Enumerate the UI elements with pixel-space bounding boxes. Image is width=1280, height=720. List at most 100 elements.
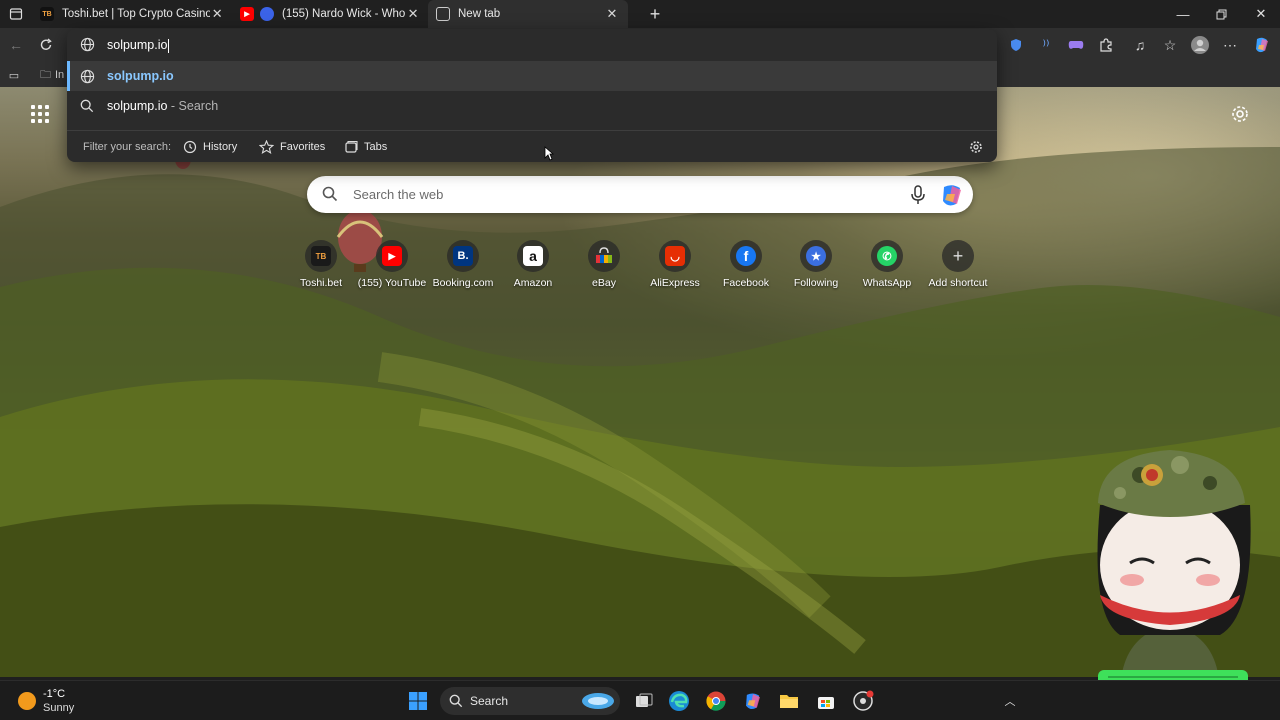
shortcut-aliexpress[interactable]: ◡ AliExpress — [640, 240, 710, 289]
shortcut-label: Following — [793, 277, 839, 289]
toshibet-icon: TB — [311, 246, 331, 266]
mouse-cursor-icon — [544, 146, 554, 161]
favorites-bar-item[interactable]: 🗀 In — [40, 65, 64, 85]
more-menu-icon[interactable]: ⋯ — [1220, 35, 1240, 55]
new-tab-icon — [436, 7, 450, 21]
taskbar-search[interactable]: Search — [440, 687, 620, 715]
search-icon — [322, 186, 338, 202]
address-input[interactable]: solpump.io — [107, 38, 170, 53]
tray-overflow-chevron-icon[interactable]: ︿ — [998, 689, 1022, 713]
shortcut-following[interactable]: ★ Following — [781, 240, 851, 289]
close-icon[interactable]: ✕ — [604, 6, 620, 22]
copilot-icon — [746, 693, 760, 710]
taskbar-file-explorer[interactable] — [777, 689, 801, 713]
filter-history-button[interactable]: History — [183, 138, 237, 156]
suggestion-url[interactable]: solpump.io — [67, 61, 997, 91]
amazon-icon: a — [523, 246, 543, 266]
tab-new-tab[interactable]: New tab ✕ — [428, 0, 628, 28]
sidebar-toggle-icon[interactable]: ▭ — [4, 65, 24, 85]
search-placeholder: Search the web — [353, 187, 444, 202]
filter-tabs-button[interactable]: Tabs — [344, 138, 387, 156]
youtube-icon: ▶ — [240, 7, 254, 21]
chrome-icon — [706, 691, 726, 711]
tabs-icon — [345, 140, 358, 153]
weather-condition[interactable]: Sunny — [43, 702, 74, 714]
microphone-icon[interactable] — [910, 185, 926, 205]
toshibet-icon: TB — [40, 7, 54, 21]
read-aloud-icon[interactable]: ⁾⁾ — [1036, 35, 1056, 55]
apps-launcher-icon[interactable] — [31, 105, 49, 123]
restore-icon — [1216, 9, 1226, 19]
address-bar[interactable]: solpump.io — [67, 29, 997, 61]
copilot-icon[interactable] — [939, 182, 965, 208]
shortcut-label: Booking.com — [432, 277, 494, 289]
start-button[interactable] — [406, 689, 430, 713]
taskbar-copilot[interactable] — [741, 689, 765, 713]
shortcut-add[interactable]: + Add shortcut — [923, 240, 993, 289]
gear-icon — [970, 141, 982, 153]
taskbar-store[interactable] — [814, 689, 838, 713]
streamer-avatar-overlay — [1060, 450, 1251, 709]
new-tab-button[interactable]: + — [642, 1, 668, 27]
star-icon — [259, 140, 274, 154]
whatsapp-icon: ✆ — [877, 246, 897, 266]
shortcut-booking[interactable]: B. Booking.com — [428, 240, 498, 289]
suggestion-text: solpump.io — [107, 69, 174, 83]
web-search-box[interactable]: Search the web — [307, 176, 973, 213]
store-icon — [818, 697, 834, 709]
shortcut-label: Toshi.bet — [299, 277, 343, 289]
close-window-button[interactable]: ✕ — [1242, 0, 1280, 28]
suggestion-search[interactable]: solpump.io - Search — [67, 91, 997, 121]
sun-icon[interactable] — [18, 692, 36, 710]
tab-toshibet[interactable]: TB Toshi.bet | Top Crypto Casino with ✕ — [32, 0, 232, 28]
profile-avatar[interactable] — [1190, 35, 1210, 55]
suggestion-suffix: - Search — [167, 99, 219, 113]
media-icon[interactable]: ♫ — [1130, 35, 1150, 55]
search-highlight-icon — [582, 693, 614, 709]
task-view-icon — [636, 693, 653, 707]
tab-title: (155) Nardo Wick - Who Wa — [282, 8, 406, 20]
refresh-button[interactable] — [36, 35, 56, 55]
obs-recording-icon — [853, 690, 874, 711]
copilot-icon[interactable] — [1252, 35, 1272, 55]
maximize-button[interactable] — [1202, 0, 1240, 28]
omnibox-settings-button[interactable] — [969, 138, 989, 156]
windows-icon — [409, 692, 427, 710]
shortcut-ebay[interactable]: eBay — [569, 240, 639, 289]
filter-history-label: History — [203, 141, 238, 153]
shortcut-amazon[interactable]: a Amazon — [498, 240, 568, 289]
extension-shield-icon[interactable] — [1006, 35, 1026, 55]
extensions-puzzle-icon[interactable] — [1096, 35, 1116, 55]
taskbar-chrome[interactable] — [704, 689, 728, 713]
plus-icon: + — [952, 245, 964, 266]
game-controller-icon[interactable] — [1066, 35, 1086, 55]
tab-title: New tab — [458, 8, 501, 20]
aliexpress-icon: ◡ — [665, 246, 685, 266]
page-settings-icon[interactable] — [1230, 104, 1250, 127]
minimize-button[interactable]: — — [1164, 0, 1202, 28]
shortcut-label: Add shortcut — [928, 277, 988, 289]
tab-youtube[interactable]: ▶ (155) Nardo Wick - Who Wa ✕ — [232, 0, 428, 28]
booking-icon: B. — [453, 246, 473, 266]
filter-favorites-button[interactable]: Favorites — [259, 138, 325, 156]
search-icon — [449, 694, 463, 708]
weather-temperature[interactable]: -1°C — [43, 688, 65, 700]
taskbar-edge[interactable] — [667, 689, 691, 713]
favorites-star-icon[interactable]: ☆ — [1160, 35, 1180, 55]
folder-icon: 🗀 — [40, 68, 51, 81]
tab-actions-button[interactable] — [0, 0, 32, 28]
filter-tabs-label: Tabs — [364, 141, 388, 153]
close-icon[interactable]: ✕ — [406, 6, 420, 22]
task-view-button[interactable] — [632, 689, 656, 713]
folder-icon — [780, 695, 798, 708]
youtube-icon: ▶ — [382, 246, 402, 266]
close-icon[interactable]: ✕ — [210, 6, 224, 22]
taskbar-obs[interactable] — [851, 689, 875, 713]
back-button[interactable]: ← — [6, 35, 26, 55]
search-filter-row: Filter your search: History Favorites Ta… — [67, 130, 997, 162]
shortcut-toshibet[interactable]: TB Toshi.bet — [286, 240, 356, 289]
shortcut-facebook[interactable]: f Facebook — [711, 240, 781, 289]
tab-strip: TB Toshi.bet | Top Crypto Casino with ✕ … — [0, 0, 1280, 28]
shortcut-whatsapp[interactable]: ✆ WhatsApp — [852, 240, 922, 289]
shortcut-youtube[interactable]: ▶ (155) YouTube — [357, 240, 427, 289]
